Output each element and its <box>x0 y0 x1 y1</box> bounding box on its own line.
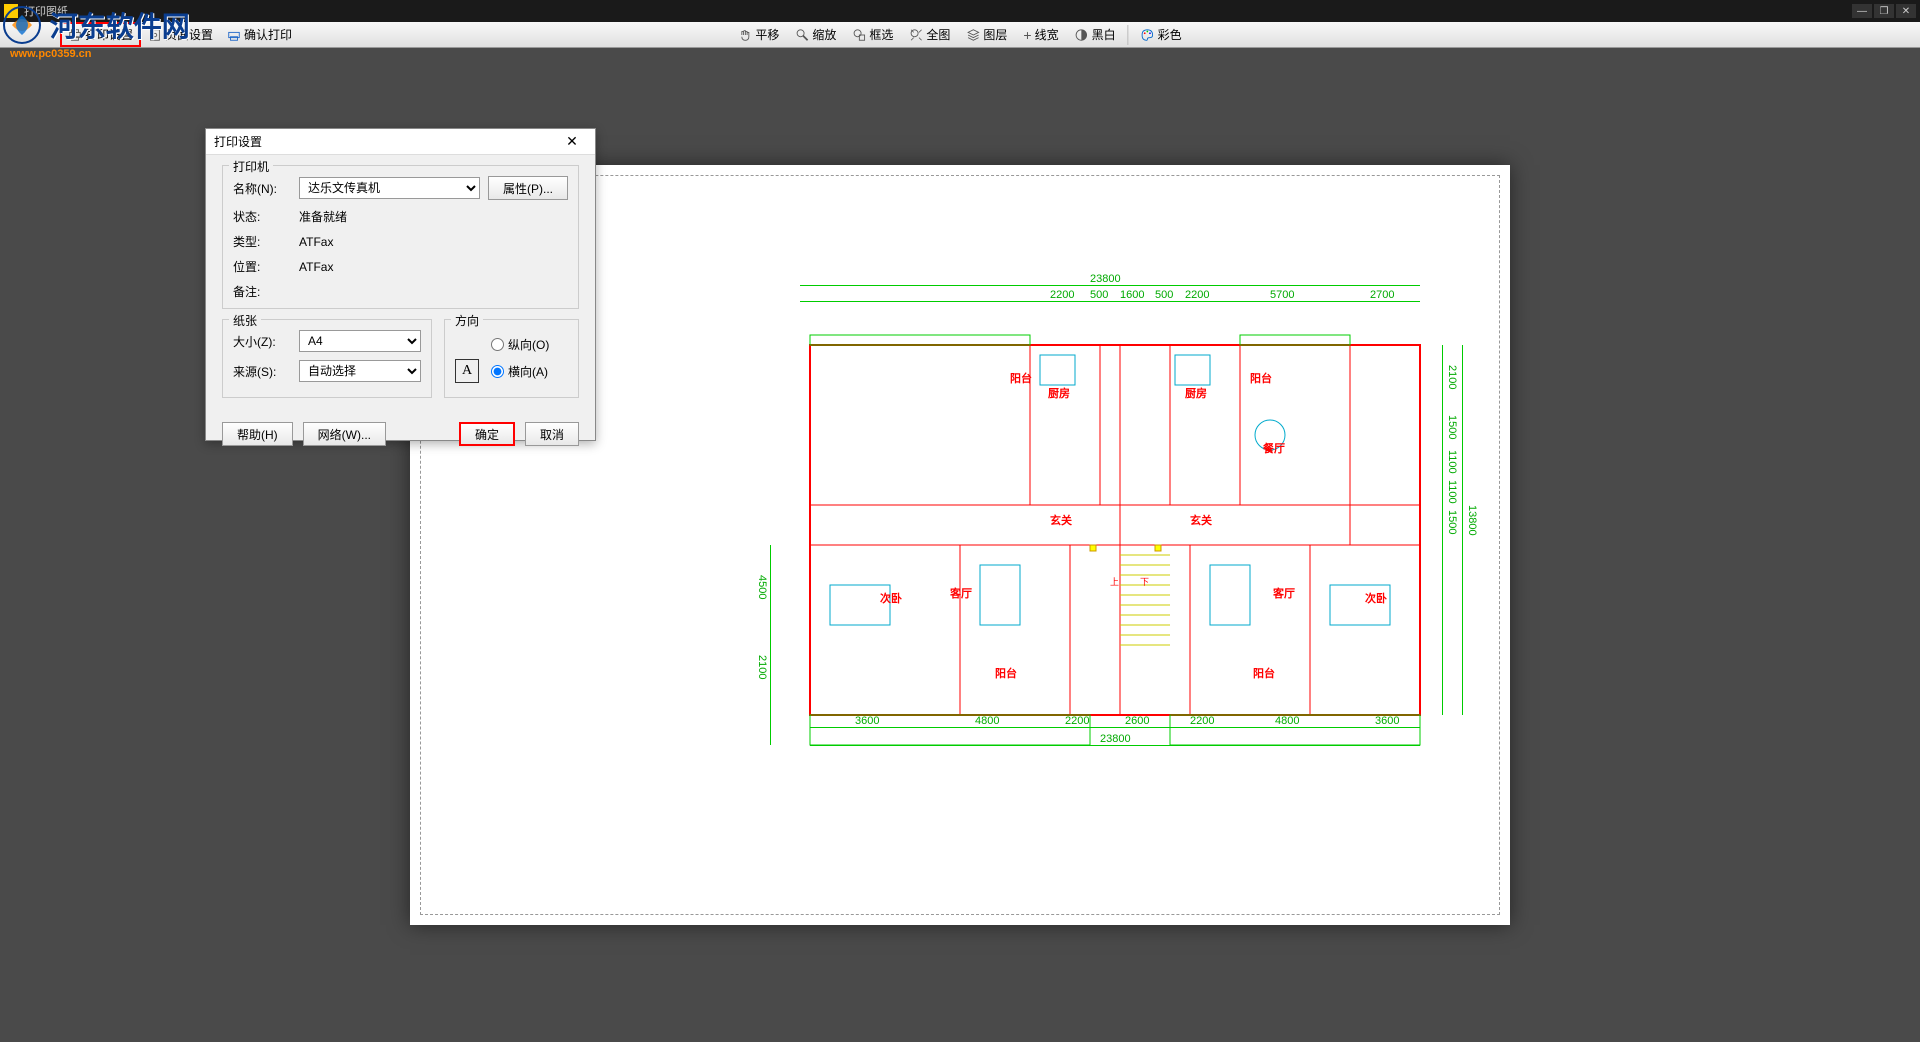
pan-button[interactable]: 平移 <box>731 23 786 46</box>
extents-button[interactable]: 全图 <box>902 23 957 46</box>
close-button[interactable]: ✕ <box>1896 4 1916 18</box>
extents-icon <box>909 28 923 42</box>
print-settings-button[interactable]: 打印设置 <box>60 22 141 47</box>
lineweight-icon: + <box>1023 27 1031 43</box>
app-icon <box>4 4 18 18</box>
window-select-button[interactable]: 框选 <box>845 23 900 46</box>
blackwhite-button[interactable]: 黑白 <box>1068 23 1123 46</box>
lineweight-button[interactable]: + 线宽 <box>1016 23 1065 46</box>
confirm-print-button[interactable]: 确认打印 <box>220 23 299 46</box>
status-value: 准备就绪 <box>299 208 568 225</box>
page-settings-button[interactable]: 页面设置 <box>141 23 220 46</box>
orientation-icon: A <box>455 359 479 383</box>
printer-properties-button[interactable]: 属性(P)... <box>488 176 568 200</box>
printer-group: 打印机 名称(N): 达乐文传真机 属性(P)... 状态: 准备就绪 类型: … <box>222 165 579 309</box>
layers-icon <box>966 28 980 42</box>
window-icon <box>852 28 866 42</box>
page-icon <box>148 28 162 42</box>
location-value: ATFax <box>299 260 568 274</box>
paper-size-label: 大小(Z): <box>233 333 291 350</box>
zoom-button[interactable]: 缩放 <box>788 23 843 46</box>
portrait-radio[interactable] <box>491 338 504 351</box>
printer-name-label: 名称(N): <box>233 180 291 197</box>
titlebar: 打印图纸 — ❐ ✕ <box>0 0 1920 22</box>
paper-size-select[interactable]: A4 <box>299 330 421 352</box>
ok-button[interactable]: 确定 <box>459 422 515 446</box>
comment-label: 备注: <box>233 283 291 300</box>
portrait-label[interactable]: 纵向(O) <box>508 336 549 353</box>
paper-source-label: 来源(S): <box>233 363 291 380</box>
landscape-label[interactable]: 横向(A) <box>508 363 548 380</box>
type-value: ATFax <box>299 235 568 249</box>
dialog-title: 打印设置 <box>214 133 262 150</box>
maximize-button[interactable]: ❐ <box>1874 4 1894 18</box>
paper-group: 纸张 大小(Z): A4 来源(S): 自动选择 <box>222 319 432 398</box>
toolbar-separator <box>1128 25 1129 45</box>
zoom-icon <box>795 28 809 42</box>
dialog-titlebar[interactable]: 打印设置 ✕ <box>206 129 595 155</box>
network-button[interactable]: 网络(W)... <box>303 422 386 446</box>
location-label: 位置: <box>233 258 291 275</box>
landscape-radio[interactable] <box>491 365 504 378</box>
printer-icon <box>68 28 82 42</box>
hand-icon <box>738 28 752 42</box>
minimize-button[interactable]: — <box>1852 4 1872 18</box>
app-title: 打印图纸 <box>24 3 68 19</box>
paper-source-select[interactable]: 自动选择 <box>299 360 421 382</box>
type-label: 类型: <box>233 233 291 250</box>
print-settings-dialog: 打印设置 ✕ 打印机 名称(N): 达乐文传真机 属性(P)... 状态: 准备… <box>205 128 596 441</box>
print-icon <box>227 28 241 42</box>
dialog-close-button[interactable]: ✕ <box>557 132 587 152</box>
orientation-group: 方向 纵向(O) A 横向(A) <box>444 319 579 398</box>
printer-name-select[interactable]: 达乐文传真机 <box>299 177 480 199</box>
window-controls: — ❐ ✕ <box>1852 4 1916 18</box>
toolbar: 打印设置 页面设置 确认打印 平移 缩放 框选 全图 图层 <box>0 22 1920 48</box>
palette-icon <box>1141 28 1155 42</box>
layers-button[interactable]: 图层 <box>959 23 1014 46</box>
status-label: 状态: <box>233 208 291 225</box>
blackwhite-icon <box>1075 28 1089 42</box>
help-button[interactable]: 帮助(H) <box>222 422 293 446</box>
color-button[interactable]: 彩色 <box>1134 23 1189 46</box>
floor-plan-drawing: 23800 2200 500 1600 500 2200 5700 2700 <box>630 285 1470 845</box>
cancel-button[interactable]: 取消 <box>525 422 579 446</box>
